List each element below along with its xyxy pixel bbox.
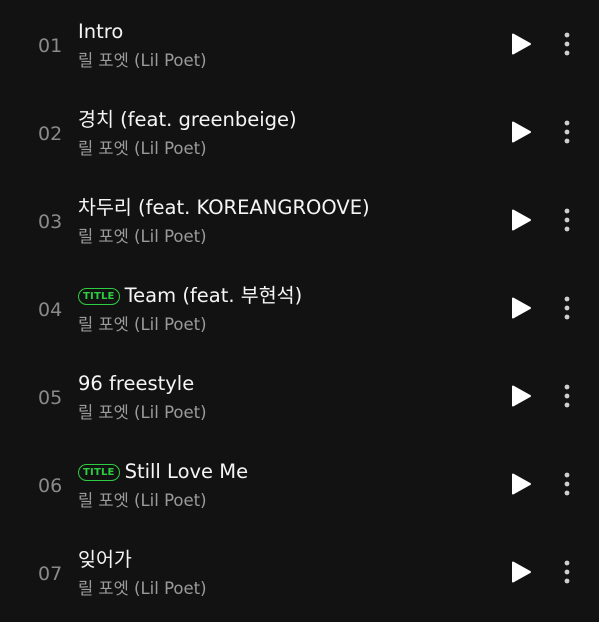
more-options-button[interactable]	[556, 558, 578, 586]
track-artist[interactable]: 릴 포엣 (Lil Poet)	[78, 490, 207, 512]
track-number: 06	[38, 475, 63, 497]
track-artist[interactable]: 릴 포엣 (Lil Poet)	[78, 226, 207, 248]
more-vertical-icon	[564, 472, 570, 496]
play-icon	[512, 561, 531, 583]
track-title[interactable]: Intro	[78, 18, 123, 46]
more-options-button[interactable]	[556, 118, 578, 146]
track-title-line: 96 freestyle	[78, 370, 194, 398]
play-button[interactable]	[510, 472, 532, 496]
track-artist[interactable]: 릴 포엣 (Lil Poet)	[78, 138, 207, 160]
track-title[interactable]: 경치 (feat. greenbeige)	[78, 106, 297, 134]
track-title-line: 차두리 (feat. KOREANGROOVE)	[78, 194, 370, 222]
track-row[interactable]: 02 경치 (feat. greenbeige) 릴 포엣 (Lil Poet)	[0, 88, 599, 176]
track-number: 05	[38, 387, 63, 409]
play-button[interactable]	[510, 384, 532, 408]
more-vertical-icon	[564, 560, 570, 584]
track-title[interactable]: 96 freestyle	[78, 370, 194, 398]
play-button[interactable]	[510, 120, 532, 144]
track-row[interactable]: 01 Intro 릴 포엣 (Lil Poet)	[0, 0, 599, 88]
play-icon	[512, 385, 531, 407]
track-row[interactable]: 04 TITLE Team (feat. 부현석) 릴 포엣 (Lil Poet…	[0, 264, 599, 352]
track-row[interactable]: 07 잊어가 릴 포엣 (Lil Poet)	[0, 528, 599, 616]
more-vertical-icon	[564, 120, 570, 144]
track-title-line: 잊어가	[78, 546, 132, 574]
more-vertical-icon	[564, 32, 570, 56]
title-track-badge: TITLE	[78, 463, 120, 481]
more-vertical-icon	[564, 384, 570, 408]
track-number: 07	[38, 563, 63, 585]
more-options-button[interactable]	[556, 382, 578, 410]
more-vertical-icon	[564, 208, 570, 232]
track-artist[interactable]: 릴 포엣 (Lil Poet)	[78, 578, 207, 600]
track-row[interactable]: 05 96 freestyle 릴 포엣 (Lil Poet)	[0, 352, 599, 440]
track-row[interactable]: 03 차두리 (feat. KOREANGROOVE) 릴 포엣 (Lil Po…	[0, 176, 599, 264]
title-track-badge: TITLE	[78, 287, 120, 305]
track-number: 03	[38, 211, 63, 233]
play-icon	[512, 209, 531, 231]
more-options-button[interactable]	[556, 470, 578, 498]
play-button[interactable]	[510, 296, 532, 320]
track-list: 01 Intro 릴 포엣 (Lil Poet) 02 경치 (feat. gr…	[0, 0, 599, 622]
track-title-line: Intro	[78, 18, 123, 46]
track-title-line: TITLE Team (feat. 부현석)	[78, 282, 302, 310]
track-title-line: 경치 (feat. greenbeige)	[78, 106, 297, 134]
more-vertical-icon	[564, 296, 570, 320]
play-icon	[512, 297, 531, 319]
play-button[interactable]	[510, 32, 532, 56]
track-artist[interactable]: 릴 포엣 (Lil Poet)	[78, 402, 207, 424]
play-icon	[512, 33, 531, 55]
play-button[interactable]	[510, 560, 532, 584]
track-title-line: TITLE Still Love Me	[78, 458, 248, 486]
more-options-button[interactable]	[556, 30, 578, 58]
track-number: 04	[38, 299, 63, 321]
play-button[interactable]	[510, 208, 532, 232]
track-title[interactable]: Still Love Me	[125, 458, 248, 486]
play-icon	[512, 121, 531, 143]
track-title[interactable]: Team (feat. 부현석)	[125, 282, 303, 310]
track-title[interactable]: 잊어가	[78, 546, 132, 574]
more-options-button[interactable]	[556, 294, 578, 322]
track-title[interactable]: 차두리 (feat. KOREANGROOVE)	[78, 194, 370, 222]
play-icon	[512, 473, 531, 495]
track-number: 01	[38, 35, 63, 57]
track-row[interactable]: 06 TITLE Still Love Me 릴 포엣 (Lil Poet)	[0, 440, 599, 528]
track-number: 02	[38, 123, 63, 145]
track-artist[interactable]: 릴 포엣 (Lil Poet)	[78, 50, 207, 72]
more-options-button[interactable]	[556, 206, 578, 234]
track-artist[interactable]: 릴 포엣 (Lil Poet)	[78, 314, 207, 336]
